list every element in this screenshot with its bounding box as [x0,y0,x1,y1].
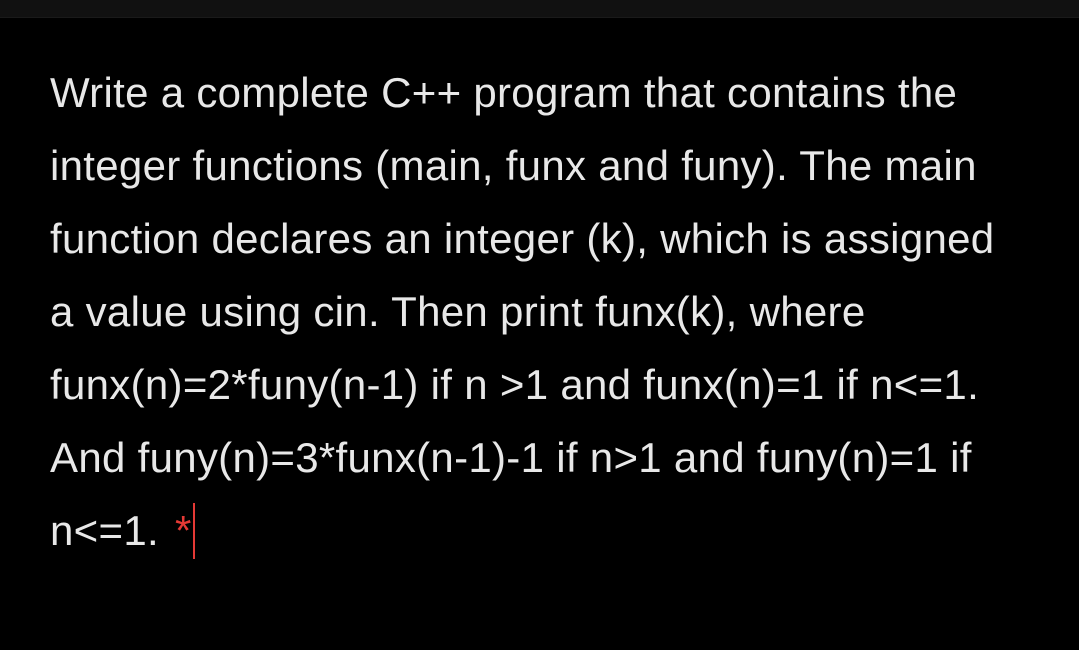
text-cursor [193,503,195,559]
top-bar [0,0,1079,18]
required-asterisk: * [175,507,192,554]
question-body: Write a complete C++ program that contai… [50,69,994,554]
question-content: Write a complete C++ program that contai… [0,18,1079,608]
question-text: Write a complete C++ program that contai… [50,56,1029,568]
